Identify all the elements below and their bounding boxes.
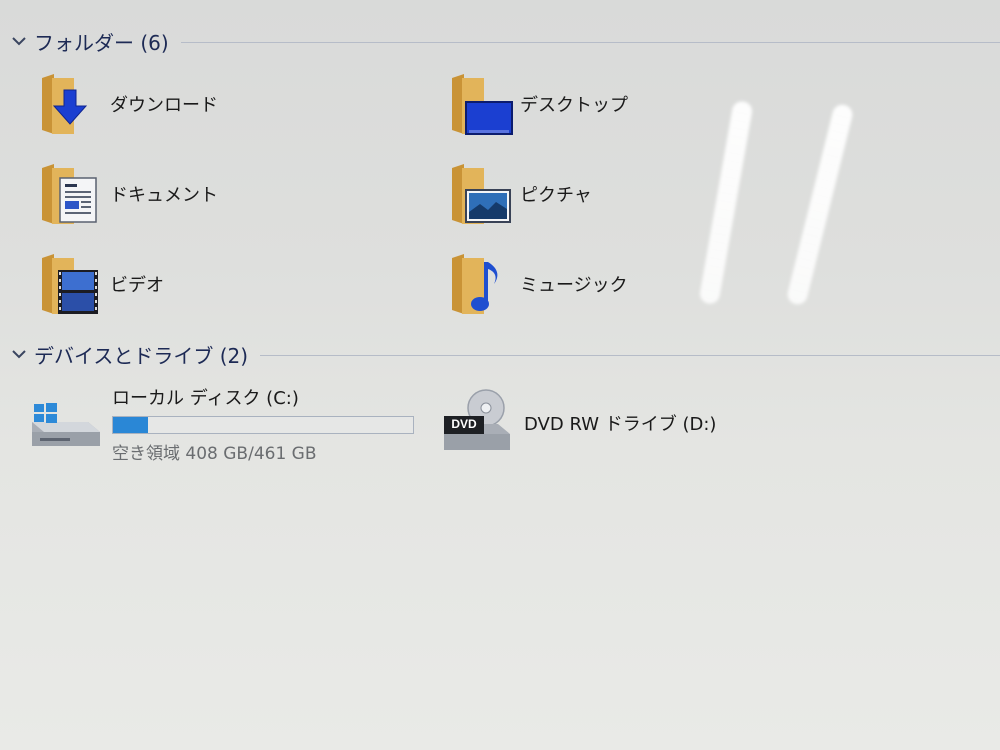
desktop-folder-icon bbox=[450, 72, 513, 136]
drive-usage-bar bbox=[112, 416, 414, 434]
drive-name: ローカル ディスク (C:) bbox=[112, 388, 299, 409]
dvd-badge: DVD bbox=[451, 417, 477, 431]
devices-section-title: デバイスとドライブ (2) bbox=[34, 343, 249, 368]
folder-item-desktop[interactable]: デスクトップ bbox=[450, 72, 628, 136]
chevron-down-icon[interactable] bbox=[8, 30, 30, 52]
pictures-folder-icon bbox=[450, 162, 511, 226]
drive-usage-fill bbox=[113, 417, 148, 433]
documents-folder-icon bbox=[40, 162, 98, 226]
folder-label: ピクチャ bbox=[520, 185, 592, 206]
drive-item-local-disk[interactable]: ローカル ディスク (C:) 空き領域 408 GB/461 GB bbox=[28, 384, 428, 464]
download-folder-icon bbox=[40, 72, 98, 136]
section-divider bbox=[260, 354, 1000, 356]
folder-label: デスクトップ bbox=[520, 95, 628, 116]
devices-section-header[interactable]: デバイスとドライブ (2) bbox=[8, 340, 1000, 368]
drive-item-dvd[interactable]: DVD DVD RW ドライブ (D:) bbox=[440, 386, 740, 456]
folder-item-pictures[interactable]: ピクチャ bbox=[450, 162, 592, 226]
section-divider bbox=[180, 41, 1000, 43]
chevron-down-icon[interactable] bbox=[8, 343, 30, 365]
videos-folder-icon bbox=[40, 252, 98, 316]
folders-section-title: フォルダー (6) bbox=[34, 30, 169, 55]
windows-drive-icon bbox=[28, 398, 104, 458]
folder-item-documents[interactable]: ドキュメント bbox=[40, 162, 218, 226]
screen-glare bbox=[698, 99, 754, 306]
folder-item-music[interactable]: ミュージック bbox=[450, 252, 628, 316]
folders-section-header[interactable]: フォルダー (6) bbox=[8, 27, 1000, 55]
folder-label: ビデオ bbox=[110, 275, 164, 296]
folder-label: ダウンロード bbox=[110, 95, 218, 116]
folder-item-downloads[interactable]: ダウンロード bbox=[40, 72, 218, 136]
folder-label: ドキュメント bbox=[110, 185, 218, 206]
drive-free-space: 空き領域 408 GB/461 GB bbox=[112, 444, 317, 464]
folder-item-videos[interactable]: ビデオ bbox=[40, 252, 164, 316]
screen-glare bbox=[785, 102, 855, 307]
folder-label: ミュージック bbox=[520, 275, 628, 296]
music-folder-icon bbox=[450, 252, 508, 316]
drive-name: DVD RW ドライブ (D:) bbox=[524, 414, 717, 435]
